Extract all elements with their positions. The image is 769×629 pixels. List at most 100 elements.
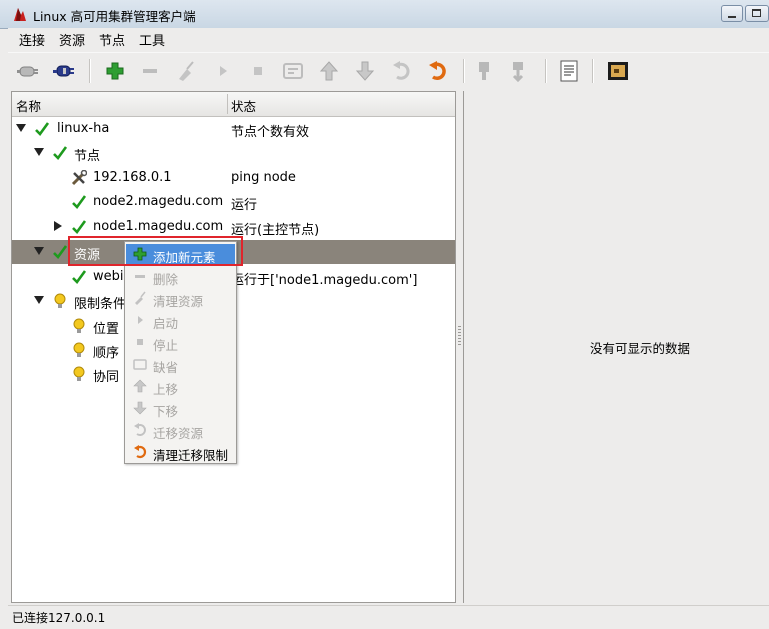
remove-icon[interactable] <box>138 59 162 83</box>
menu-connect[interactable]: 连接 <box>19 30 45 49</box>
menu-item-label: 缺省 <box>153 360 179 375</box>
column-separator[interactable] <box>227 94 228 114</box>
menu-item-start[interactable]: 启动 <box>126 310 235 331</box>
tree-row-cluster[interactable]: linux-ha 节点个数有效 <box>12 117 455 141</box>
tree-row-nodes[interactable]: 节点 <box>12 141 455 165</box>
pane-splitter[interactable] <box>456 91 463 603</box>
migrate-icon <box>134 423 146 436</box>
maximize-button[interactable] <box>745 5 769 22</box>
expander-icon[interactable] <box>34 148 44 156</box>
tree-item-status: 节点个数有效 <box>231 125 310 140</box>
expander-icon[interactable] <box>34 247 44 255</box>
toolbar <box>8 52 769 89</box>
check-icon <box>35 122 50 136</box>
exit-icon[interactable] <box>606 59 630 83</box>
disconnect-icon[interactable] <box>52 59 76 83</box>
menu-item-move-down[interactable]: 下移 <box>126 398 235 419</box>
move-up-icon[interactable] <box>317 59 341 83</box>
toolbar-separator <box>545 59 547 83</box>
menu-tools[interactable]: 工具 <box>139 30 165 49</box>
column-header-status[interactable]: 状态 <box>231 96 256 115</box>
default-icon <box>133 359 147 370</box>
undo-migrate-icon <box>134 445 147 459</box>
menu-item-clear-migration[interactable]: 清理迁移限制 <box>126 442 235 463</box>
migrate-icon[interactable] <box>390 59 414 83</box>
menu-node[interactable]: 节点 <box>99 30 125 49</box>
expander-icon[interactable] <box>54 221 62 231</box>
annotation-highlight-box <box>68 236 243 266</box>
menu-item-label: 停止 <box>153 338 179 353</box>
connect-icon[interactable] <box>16 59 40 83</box>
splitter-grip-icon[interactable] <box>458 326 461 346</box>
tree-item-name: 位置 <box>93 322 120 337</box>
tree-item-status: ping node <box>231 170 296 185</box>
menu-item-label: 清理迁移限制 <box>153 448 229 463</box>
tree-item-name: node1.magedu.com <box>93 219 224 234</box>
bulb-icon <box>73 342 85 357</box>
menu-item-delete[interactable]: 删除 <box>126 266 235 287</box>
check-icon <box>53 245 68 259</box>
expander-icon[interactable] <box>16 124 26 132</box>
menu-item-default[interactable]: 缺省 <box>126 354 235 375</box>
bulb-icon <box>73 366 85 381</box>
tree-item-name: 192.168.0.1 <box>93 170 172 185</box>
context-menu: 添加新元素 删除 清理资源 启动 停止 缺省 上移 下移 迁移资源 清理迁移限制 <box>124 241 237 464</box>
tools-icon <box>71 170 87 186</box>
window-title: Linux 高可用集群管理客户端 <box>33 9 196 24</box>
tree-item-status: 运行(主控节点) <box>231 223 320 238</box>
check-icon <box>53 146 68 160</box>
arrow-down-icon <box>133 401 147 415</box>
detail-pane: 没有可显示的数据 <box>463 91 769 603</box>
menu-resource[interactable]: 资源 <box>59 30 85 49</box>
minus-icon <box>135 275 145 278</box>
tree-row-node2[interactable]: node2.magedu.com 运行 <box>12 190 455 214</box>
bulb-icon <box>54 293 66 308</box>
broom-icon <box>135 291 146 305</box>
tree-item-name: 顺序 <box>93 346 120 361</box>
maximize-icon <box>752 9 761 17</box>
menu-item-label: 下移 <box>153 404 179 419</box>
menu-item-move-up[interactable]: 上移 <box>126 376 235 397</box>
tree-header: 名称 状态 <box>12 92 455 117</box>
menu-item-stop[interactable]: 停止 <box>126 332 235 353</box>
menu-item-label: 迁移资源 <box>153 426 204 441</box>
tree-item-name: 协同 <box>93 370 120 385</box>
tree-item-name: linux-ha <box>57 121 110 136</box>
play-icon <box>138 316 143 324</box>
tree-item-name: 节点 <box>74 149 101 164</box>
log-icon[interactable] <box>557 59 581 83</box>
toolbar-separator <box>592 59 594 83</box>
minimize-button[interactable] <box>721 5 743 22</box>
empty-message: 没有可显示的数据 <box>590 341 691 356</box>
default-icon[interactable] <box>281 59 305 83</box>
tree-item-name: 限制条件 <box>74 297 127 312</box>
start-icon[interactable] <box>211 59 235 83</box>
check-icon <box>72 270 87 284</box>
add-icon[interactable] <box>103 59 127 83</box>
menu-item-label: 上移 <box>153 382 179 397</box>
menu-item-label: 清理资源 <box>153 294 204 309</box>
bulb-icon <box>73 318 85 333</box>
tree-row-ping-node[interactable]: 192.168.0.1 ping node <box>12 166 455 190</box>
cleanup-icon[interactable] <box>173 59 197 83</box>
tree-item-name: webi <box>93 269 124 284</box>
menu-item-label: 删除 <box>153 272 179 287</box>
move-down-icon[interactable] <box>353 59 377 83</box>
heartbeat-logo-icon <box>14 8 26 21</box>
expander-icon[interactable] <box>34 296 44 304</box>
unmigrate-icon[interactable] <box>426 59 450 83</box>
status-bar: 已连接127.0.0.1 <box>8 605 769 628</box>
app-window: Linux 高可用集群管理客户端 连接 资源 节点 工具 名称 状态 linux… <box>0 0 769 629</box>
node-active-icon[interactable] <box>508 59 532 83</box>
toolbar-separator <box>463 59 465 83</box>
node-standby-icon[interactable] <box>473 59 497 83</box>
tree-item-status: 运行于['node1.magedu.com'] <box>231 273 418 288</box>
column-header-name[interactable]: 名称 <box>16 96 41 115</box>
tree-item-name: node2.magedu.com <box>93 194 224 209</box>
stop-icon[interactable] <box>246 59 270 83</box>
connection-status: 已连接127.0.0.1 <box>12 611 106 625</box>
menu-item-cleanup[interactable]: 清理资源 <box>126 288 235 309</box>
menu-bar: 连接 资源 节点 工具 <box>8 28 769 50</box>
menu-item-migrate[interactable]: 迁移资源 <box>126 420 235 441</box>
arrow-up-icon <box>133 379 147 393</box>
